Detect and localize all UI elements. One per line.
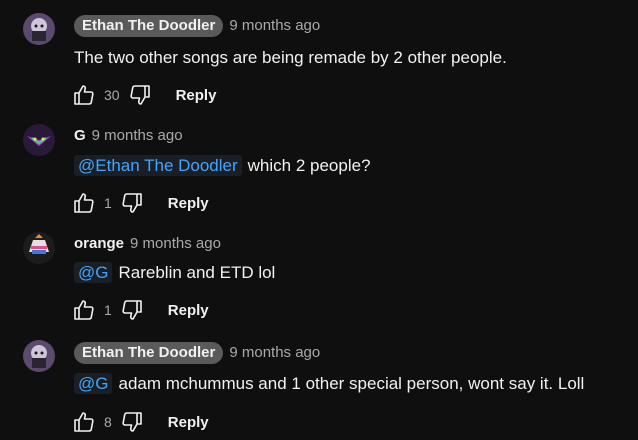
thumbs-up-icon (74, 85, 94, 105)
avatar-ethan[interactable] (23, 13, 55, 45)
dislike-button[interactable] (128, 83, 152, 107)
reply-button[interactable]: Reply (168, 414, 209, 431)
dislike-button[interactable] (120, 410, 144, 434)
like-count: 30 (104, 87, 120, 103)
like-count: 1 (104, 195, 112, 211)
timestamp[interactable]: 9 months ago (229, 344, 320, 362)
thumbs-up-icon (74, 193, 94, 213)
avatar-g-image (23, 124, 55, 156)
thumbs-up-icon (74, 412, 94, 432)
thumbs-down-icon (122, 300, 142, 320)
reply-button[interactable]: Reply (168, 195, 209, 212)
avatar-ethan-image (23, 340, 55, 372)
dislike-button[interactable] (120, 298, 144, 322)
author-name[interactable]: Ethan The Doodler (74, 342, 224, 364)
author-name[interactable]: orange (74, 235, 124, 253)
like-button[interactable] (72, 83, 96, 107)
like-button[interactable] (72, 298, 96, 322)
avatar-orange-image (23, 232, 55, 264)
thumbs-up-icon (74, 300, 94, 320)
avatar-orange[interactable] (23, 232, 55, 264)
reply-button[interactable]: Reply (168, 302, 209, 319)
avatar-g[interactable] (23, 124, 55, 156)
comment-text: Rareblin and ETD lol (118, 263, 276, 282)
avatar-ethan[interactable] (23, 340, 55, 372)
reply-button[interactable]: Reply (176, 87, 217, 104)
timestamp[interactable]: 9 months ago (92, 127, 183, 145)
thumbs-down-icon (129, 85, 150, 105)
author-name[interactable]: G (74, 127, 86, 145)
like-button[interactable] (72, 410, 96, 434)
thumbs-down-icon (122, 412, 142, 432)
author-name[interactable]: Ethan The Doodler (74, 15, 224, 37)
comment-text: The two other songs are being remade by … (74, 48, 507, 67)
mention-link[interactable]: @G (74, 373, 113, 394)
like-count: 8 (104, 414, 112, 430)
like-count: 1 (104, 302, 112, 318)
dislike-button[interactable] (120, 191, 144, 215)
timestamp[interactable]: 9 months ago (130, 235, 221, 253)
comment-text: adam mchummus and 1 other special person… (118, 374, 585, 393)
mention-link[interactable]: @G (74, 262, 113, 283)
comment-text: which 2 people? (247, 156, 371, 175)
thumbs-down-icon (122, 193, 142, 213)
like-button[interactable] (72, 191, 96, 215)
avatar-ethan-image (23, 13, 55, 45)
mention-link[interactable]: @Ethan The Doodler (74, 155, 242, 176)
timestamp[interactable]: 9 months ago (229, 17, 320, 35)
